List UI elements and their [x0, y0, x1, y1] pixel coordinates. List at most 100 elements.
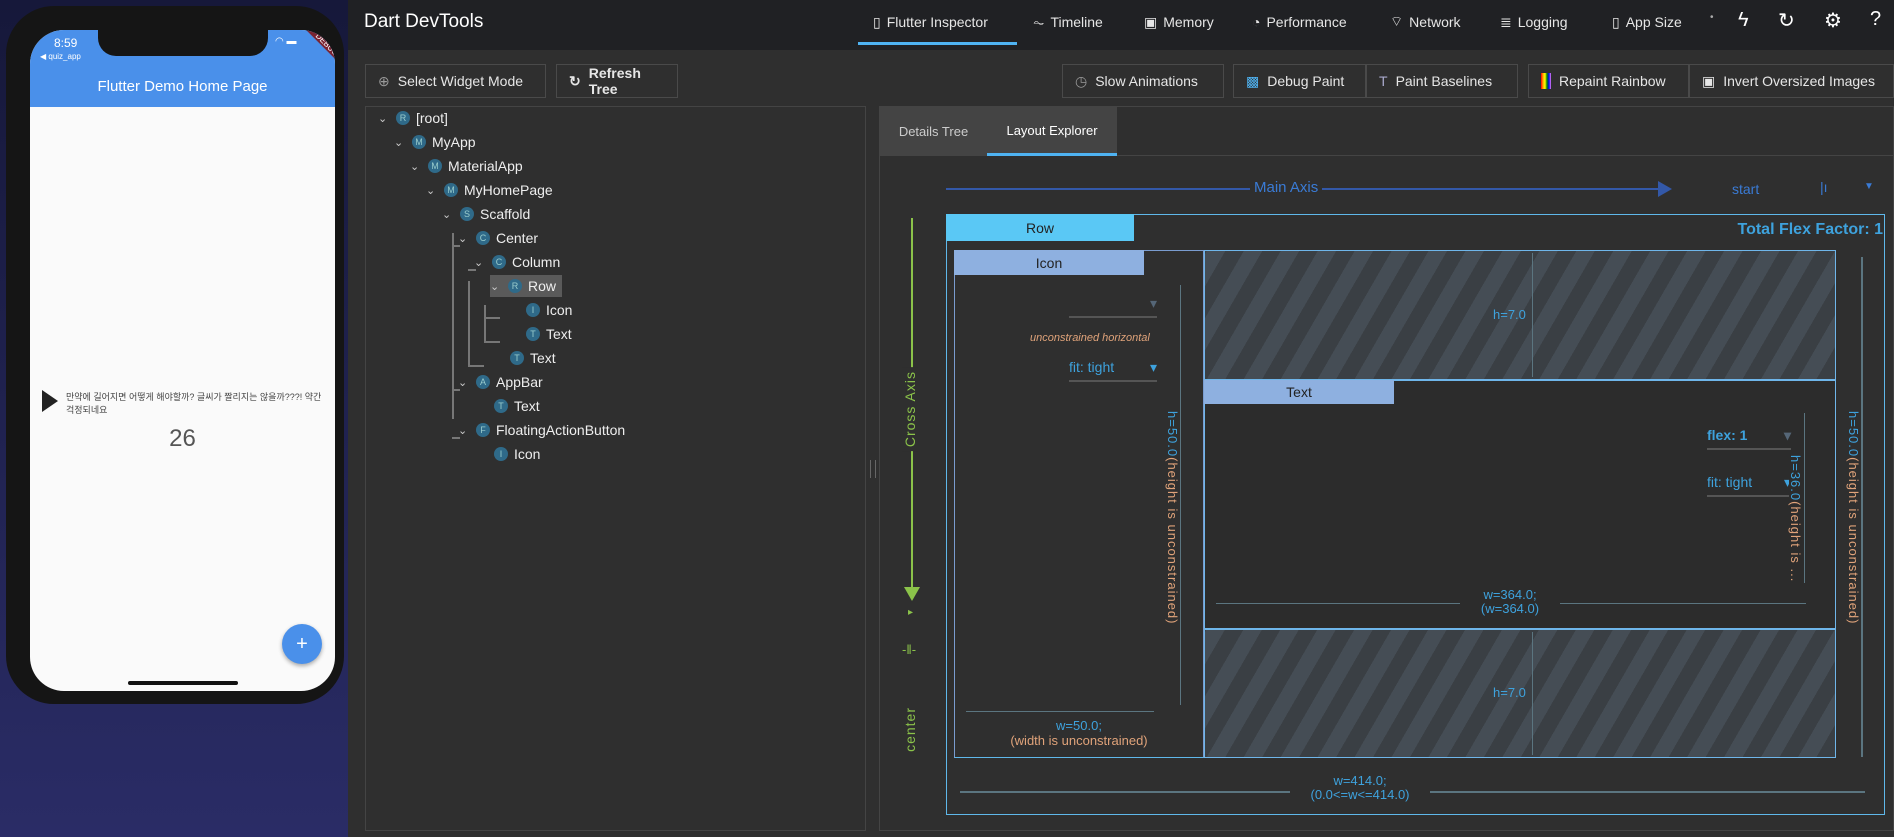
cross-axis-arrowhead [904, 587, 920, 601]
space-bottom-arrow [1532, 632, 1533, 755]
button-label: Invert Oversized Images [1723, 73, 1875, 89]
help-icon[interactable]: ? [1870, 8, 1881, 31]
select-widget-mode-button[interactable]: ⊕ Select Widget Mode [365, 64, 546, 98]
memory-icon: ▣ [1144, 13, 1158, 30]
tree-node[interactable]: ⌄ C Center [458, 227, 538, 249]
row-text: 만약에 길어지면 어떻게 해야할까? 글씨가 짤리지는 않을까???! 약간 걱… [66, 392, 322, 415]
widget-type-badge: C [492, 255, 506, 269]
tree-node-label: Row [528, 278, 557, 294]
baseline-icon: T [1379, 73, 1388, 89]
image-icon: ▣ [1702, 72, 1716, 89]
chevron-down-icon[interactable]: ▼ [1864, 181, 1874, 192]
tree-guide [452, 233, 454, 419]
tree-node[interactable]: ⌄ M MyHomePage [426, 179, 553, 201]
cross-center-icon: -ǁ- [902, 642, 917, 657]
play-icon [42, 390, 58, 412]
slow-animations-button[interactable]: ◷ Slow Animations [1062, 64, 1224, 98]
row-label[interactable]: Row [946, 214, 1134, 241]
widget-type-badge: S [460, 207, 474, 221]
tab-performance[interactable]: ◔ Performance [1252, 0, 1347, 44]
icon-height-arrow [1180, 285, 1181, 705]
widget-tree-panel: ⌄ R [root] ⌄ M MyApp ⌄ M MaterialApp ⌄ M MyHomeP… [365, 106, 866, 831]
repaint-rainbow-button[interactable]: Repaint Rainbow [1528, 64, 1689, 98]
widget-type-badge: I [494, 447, 508, 461]
back-to-app[interactable]: ◀ quiz_app [40, 52, 81, 61]
tree-node[interactable]: ⌄ F FloatingActionButton [458, 419, 625, 441]
tab-app-size[interactable]: ▯ App Size [1612, 0, 1682, 44]
tree-node-selected[interactable]: ⌄ R Row [490, 275, 563, 297]
tree-guide [468, 365, 484, 367]
tab-flutter-inspector[interactable]: ▯ Flutter Inspector [873, 0, 988, 44]
tree-guide [484, 305, 486, 343]
chevron-down-icon[interactable]: ⌄ [458, 424, 470, 437]
main-start-icon: |ı [1820, 179, 1828, 195]
tree-node-label: FloatingActionButton [496, 422, 626, 438]
chevron-down-icon[interactable]: ⌄ [410, 160, 422, 173]
hot-reload-icon[interactable]: ϟ [1738, 9, 1749, 32]
tree-node-label: AppBar [496, 374, 543, 390]
cross-dropdown-icon[interactable]: ▸ [908, 607, 913, 618]
tree-node[interactable]: T Text [526, 323, 572, 345]
invert-oversized-images-button[interactable]: ▣ Invert Oversized Images [1689, 64, 1894, 98]
text-flex-dropdown[interactable]: flex: 1 ▾ [1707, 427, 1791, 450]
split-pane-handle[interactable] [870, 460, 876, 478]
chevron-down-icon[interactable]: ⌄ [426, 184, 438, 197]
chevron-down-icon[interactable]: ⌄ [394, 136, 406, 149]
hot-restart-icon[interactable]: ↻ [1778, 8, 1795, 33]
unconstrained-horizontal-text: unconstrained horizontal [1030, 332, 1150, 344]
tree-node-label: MaterialApp [448, 158, 523, 174]
fab-add-button[interactable]: + [282, 624, 322, 664]
tree-node[interactable]: T Text [510, 347, 556, 369]
app-bar: 8:59 ◀ quiz_app ︎◠ ▬ DEBUG Flutter Demo … [30, 30, 335, 107]
tree-node-label: Center [496, 230, 539, 246]
gear-icon[interactable]: ⚙ [1824, 8, 1842, 33]
cross-axis-label: Cross Axis [902, 367, 918, 452]
row-height-arrow [1861, 257, 1863, 757]
tree-node-root[interactable]: ⌄ R [root] [378, 107, 448, 129]
app-bar-title: Flutter Demo Home Page [97, 78, 268, 95]
refresh-tree-button[interactable]: ↻ Refresh Tree [556, 64, 678, 98]
tab-network[interactable]: ⌔ Network [1390, 0, 1461, 44]
logging-icon: ≣ [1500, 13, 1512, 30]
text-height-arrow [1804, 413, 1805, 583]
chevron-down-icon[interactable]: ⌄ [458, 232, 470, 245]
tree-node[interactable]: ⌄ S Scaffold [442, 203, 530, 225]
tree-node[interactable]: I Icon [494, 443, 540, 465]
tree-guide [484, 341, 500, 343]
chevron-down-icon[interactable]: ⌄ [474, 256, 486, 269]
chevron-down-icon[interactable]: ⌄ [458, 376, 470, 389]
tab-label: Performance [1266, 14, 1347, 30]
widget-type-badge: M [428, 159, 442, 173]
tree-node[interactable]: ⌄ A AppBar [458, 371, 543, 393]
tab-logging[interactable]: ≣ Logging [1500, 0, 1568, 44]
button-label: Debug Paint [1267, 73, 1345, 89]
tab-layout-explorer[interactable]: Layout Explorer [987, 107, 1117, 156]
chevron-down-icon[interactable]: ⌄ [442, 208, 454, 221]
widget-type-badge: M [444, 183, 458, 197]
paint-baselines-button[interactable]: T Paint Baselines [1366, 64, 1518, 98]
label-text: (height is unconstrained) [1846, 457, 1861, 625]
tab-label: Timeline [1050, 14, 1103, 30]
tree-node[interactable]: I Icon [526, 299, 572, 321]
app-size-icon: ▯ [1612, 13, 1620, 30]
chevron-down-icon[interactable]: ⌄ [490, 280, 502, 293]
tab-details-tree[interactable]: Details Tree [880, 107, 987, 156]
text-height-label: h=36.0(height is ... [1788, 452, 1803, 586]
widget-type-badge: R [508, 279, 522, 293]
text-fit-dropdown[interactable]: fit: tight ▾ [1707, 474, 1791, 497]
tree-node[interactable]: ⌄ M MyApp [394, 131, 476, 153]
widget-type-badge: C [476, 231, 490, 245]
tree-node[interactable]: ⌄ M MaterialApp [410, 155, 523, 177]
icon-fit-dropdown[interactable]: fit: tight ▾ [1069, 359, 1157, 382]
cross-alignment-dropdown[interactable]: center [902, 707, 918, 752]
tab-timeline[interactable]: ⏦ Timeline [1033, 0, 1103, 44]
chevron-down-icon[interactable]: ⌄ [378, 112, 390, 125]
label-text: w=414.0; [1333, 773, 1387, 788]
debug-paint-button[interactable]: ▩ Debug Paint [1233, 64, 1366, 98]
icon-flex-dropdown[interactable]: ▾ [1069, 295, 1157, 318]
chevron-down-icon: ▾ [1783, 427, 1791, 443]
tab-memory[interactable]: ▣ Memory [1144, 0, 1214, 44]
tree-node[interactable]: ⌄ C Column [474, 251, 560, 273]
main-alignment-dropdown[interactable]: start [1732, 181, 1759, 197]
tree-node[interactable]: T Text [494, 395, 540, 417]
